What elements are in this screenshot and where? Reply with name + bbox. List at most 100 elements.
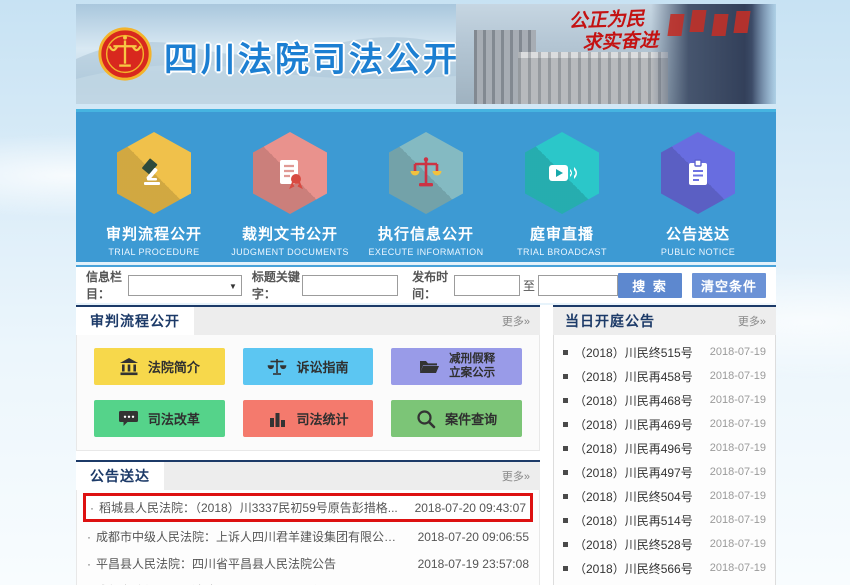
scales-icon [407, 154, 445, 192]
keyword-input[interactable] [302, 275, 398, 296]
red-flag-icon [711, 14, 728, 36]
notice-list: · 稻城县人民法院：（2018）川3337民初59号原告彭措格... 2018-… [76, 490, 540, 585]
judicial-reform-button[interactable]: 司法改革 [94, 400, 225, 437]
case-number: （2018）川民再496号 [574, 440, 693, 457]
bullet-square-icon [563, 398, 568, 403]
page-container: 四川法院司法公开网 公正为民 求实奋进 [76, 0, 776, 585]
more-link[interactable]: 更多» [502, 468, 540, 484]
tile-label-cn: 执行信息公开 [360, 223, 492, 244]
left-column: 审判流程公开 更多» 法院简介 [76, 305, 540, 585]
hex-badge [661, 132, 735, 214]
list-item[interactable]: （2018）川民终528号 2018-07-19 [563, 532, 766, 556]
case-number: （2018）川民再514号 [574, 512, 693, 529]
parole-filing-button[interactable]: 减刑假释 立案公示 [391, 348, 522, 385]
bullet-square-icon [563, 566, 568, 571]
bullet-square-icon [563, 446, 568, 451]
site-banner: 四川法院司法公开网 公正为民 求实奋进 [76, 4, 776, 104]
tile-label-cn: 审判流程公开 [88, 223, 220, 244]
notice-text: 平昌县人民法院：四川省平昌县人民法院公告 [96, 555, 408, 572]
trial-procedure-panel: 审判流程公开 更多» 法院简介 [76, 305, 540, 451]
notice-date: 2018-07-19 23:57:08 [418, 557, 529, 571]
hex-badge [389, 132, 463, 214]
category-select[interactable] [128, 275, 242, 296]
notice-date: 2018-07-20 09:43:07 [415, 501, 526, 515]
magnifier-icon [416, 409, 436, 429]
litigation-guide-button[interactable]: 诉讼指南 [243, 348, 374, 385]
case-number: （2018）川民终515号 [574, 344, 693, 361]
case-date: 2018-07-19 [710, 562, 766, 574]
list-item[interactable]: · 成都市武侯区人民法院：(2018)川0107民初6041号... 2018-… [83, 577, 533, 585]
court-intro-button[interactable]: 法院简介 [94, 348, 225, 385]
list-item[interactable]: （2018）川民再514号 2018-07-19 [563, 508, 766, 532]
case-date: 2018-07-19 [710, 370, 766, 382]
bullet-square-icon [563, 374, 568, 379]
list-item[interactable]: （2018）川民终504号 2018-07-19 [563, 484, 766, 508]
right-column: 当日开庭公告 更多» （2018）川民终515号 2018-07-19 （201… [553, 305, 776, 585]
clear-conditions-button[interactable]: 清空条件 [692, 273, 766, 298]
button-label: 案件查询 [445, 409, 497, 428]
date-label: 发布时间： [412, 268, 454, 302]
tile-label-en: TRIAL BROADCAST [496, 247, 628, 257]
bar-chart-icon [267, 409, 287, 429]
date-from-input[interactable] [454, 275, 520, 296]
case-date: 2018-07-19 [710, 538, 766, 550]
list-item[interactable]: · 成都市中级人民法院：上诉人四川君羊建设集团有限公司与被上诉... 2018-… [83, 523, 533, 550]
nav-tile-trial-procedure[interactable]: 审判流程公开 TRIAL PROCEDURE [88, 132, 220, 262]
court-emblem-logo [96, 25, 154, 83]
case-number: （2018）川民再469号 [574, 416, 693, 433]
judicial-statistics-button[interactable]: 司法统计 [243, 400, 374, 437]
case-number: （2018）川民终566号 [574, 560, 693, 577]
tile-label-en: PUBLIC NOTICE [632, 247, 764, 257]
search-button[interactable]: 搜 索 [618, 273, 682, 298]
site-title: 四川法院司法公开网 [164, 32, 497, 81]
panel-header: 审判流程公开 更多» [76, 305, 540, 335]
list-item[interactable]: （2018）川民再469号 2018-07-19 [563, 412, 766, 436]
button-label: 减刑假释 立案公示 [449, 353, 495, 381]
list-item[interactable]: （2018）川民再468号 2018-07-19 [563, 388, 766, 412]
list-item[interactable]: （2018）川民再497号 2018-07-19 [563, 460, 766, 484]
case-date: 2018-07-19 [710, 346, 766, 358]
case-query-button[interactable]: 案件查询 [391, 400, 522, 437]
list-item[interactable]: （2018）川民再496号 2018-07-19 [563, 436, 766, 460]
folder-icon [418, 357, 440, 377]
courthouse-photo: 公正为民 求实奋进 [456, 4, 776, 104]
court-building-icon [119, 357, 139, 377]
bullet-icon: · [87, 530, 91, 544]
panel-header: 当日开庭公告 更多» [553, 305, 776, 335]
nav-tile-trial-broadcast[interactable]: 庭审直播 TRIAL BROADCAST [496, 132, 628, 262]
gavel-icon [136, 155, 172, 191]
list-item-highlighted[interactable]: · 稻城县人民法院：（2018）川3337民初59号原告彭措格... 2018-… [83, 493, 533, 522]
case-number: （2018）川民再497号 [574, 464, 693, 481]
tab-trial-procedure[interactable]: 审判流程公开 [76, 307, 194, 335]
tile-label-en: TRIAL PROCEDURE [88, 247, 220, 257]
search-bar: 信息栏目： ▼ 标题关键字： 发布时间： 至 搜 索 清空条件 [76, 267, 776, 303]
case-date: 2018-07-19 [710, 394, 766, 406]
scales-icon [267, 357, 287, 377]
list-item[interactable]: （2018）川民终515号 2018-07-19 [563, 340, 766, 364]
bullet-square-icon [563, 542, 568, 547]
nav-tile-public-notice[interactable]: 公告送达 PUBLIC NOTICE [632, 132, 764, 262]
banner-fade [752, 4, 776, 104]
keyword-label: 标题关键字： [252, 268, 302, 302]
nav-tile-judgment-documents[interactable]: 裁判文书公开 JUDGMENT DOCUMENTS [224, 132, 356, 262]
list-item[interactable]: · 平昌县人民法院：四川省平昌县人民法院公告 2018-07-19 23:57:… [83, 550, 533, 577]
panel-title: 当日开庭公告 [553, 307, 655, 335]
hearings-list: （2018）川民终515号 2018-07-19 （2018）川民再458号 2… [553, 335, 776, 585]
notice-text: 成都市中级人民法院：上诉人四川君羊建设集团有限公司与被上诉... [96, 528, 408, 545]
list-item[interactable]: （2018）川民终566号 2018-07-19 [563, 556, 766, 580]
hex-badge [117, 132, 191, 214]
list-item[interactable]: （2018）川民再458号 2018-07-19 [563, 364, 766, 388]
button-label: 诉讼指南 [296, 357, 348, 376]
red-flag-icon [733, 11, 750, 33]
case-date: 2018-07-19 [710, 490, 766, 502]
tab-public-notice[interactable]: 公告送达 [76, 462, 164, 490]
button-label: 司法统计 [296, 409, 348, 428]
bullet-square-icon [563, 494, 568, 499]
more-link[interactable]: 更多» [738, 313, 776, 329]
button-label: 司法改革 [148, 409, 200, 428]
main-nav-band: 审判流程公开 TRIAL PROCEDURE 裁判文书公开 JUDGME [76, 109, 776, 262]
nav-tile-execute-information[interactable]: 执行信息公开 EXECUTE INFORMATION [360, 132, 492, 262]
date-to-input[interactable] [538, 275, 618, 296]
more-link[interactable]: 更多» [502, 313, 540, 329]
main-content: 审判流程公开 更多» 法院简介 [76, 305, 776, 585]
